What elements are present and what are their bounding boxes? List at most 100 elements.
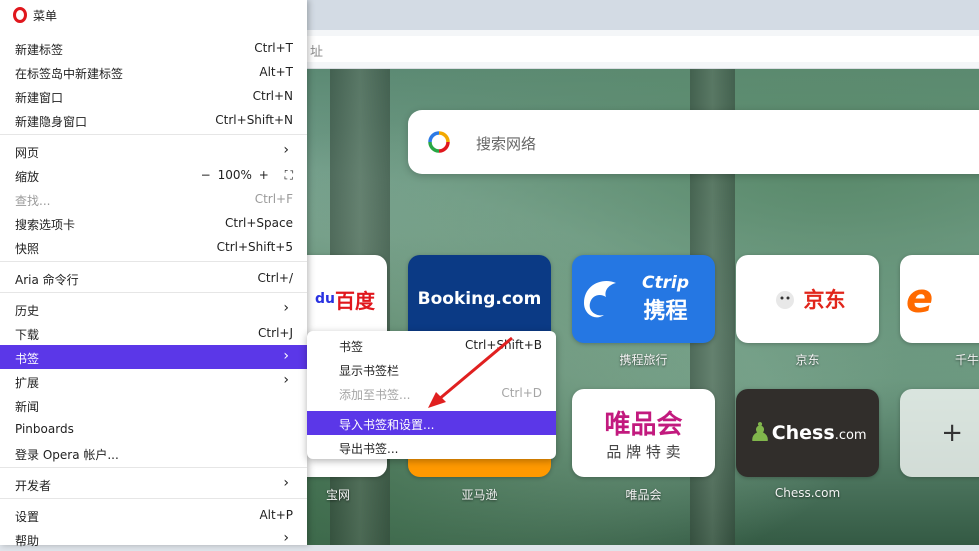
menu-item-label: 在标签岛中新建标签 — [15, 67, 124, 81]
speed-dial-qianniu[interactable]: e — [900, 255, 979, 343]
menu-item-settings[interactable]: 设置 Alt+P — [0, 503, 307, 527]
pawn-icon: ♟ — [748, 418, 772, 448]
opera-main-menu: 菜单 新建标签 Ctrl+T 在标签岛中新建标签 Alt+T 新建窗口 Ctrl… — [0, 0, 307, 548]
menu-item-new-tab-in-island[interactable]: 在标签岛中新建标签 Alt+T — [0, 60, 307, 84]
zoom-controls: − 100% + ⛶ — [201, 168, 293, 183]
speed-dial-vip[interactable]: 唯品会 品 牌 特 卖 — [572, 389, 715, 477]
menu-item-news[interactable]: 新闻 — [0, 393, 307, 417]
menu-item-shortcut: Ctrl+Shift+N — [215, 113, 293, 127]
submenu-item-label: 书签 — [339, 340, 364, 354]
submenu-item-bookmarks[interactable]: 书签 Ctrl+Shift+B — [307, 333, 556, 357]
booking-logo: Booking.com — [417, 289, 542, 309]
chess-logo: Chess — [771, 422, 835, 444]
chess-logo-sub: .com — [834, 428, 867, 443]
tile-label-ctrip: 携程旅行 — [619, 353, 668, 367]
speed-dial-ctrip[interactable]: Ctrip 携程 — [572, 255, 715, 343]
menu-item-shortcut: Ctrl+J — [258, 326, 293, 340]
menu-item-find[interactable]: 查找... Ctrl+F — [0, 187, 307, 211]
plus-icon: + — [941, 418, 963, 448]
speed-dial-jd[interactable]: 京东 — [736, 255, 879, 343]
submenu-item-import-bookmarks[interactable]: 导入书签和设置... — [307, 411, 556, 435]
menu-item-label: 新建窗口 — [15, 91, 64, 105]
submenu-item-show-bookmarks-bar[interactable]: 显示书签栏 — [307, 357, 556, 381]
menu-item-new-window[interactable]: 新建窗口 Ctrl+N — [0, 84, 307, 108]
chevron-right-icon: › — [283, 300, 289, 316]
menu-item-developer[interactable]: 开发者 › — [0, 472, 307, 496]
chevron-right-icon: › — [283, 372, 289, 388]
jd-dog-icon — [775, 291, 794, 309]
menu-item-snapshot[interactable]: 快照 Ctrl+Shift+5 — [0, 235, 307, 259]
menu-item-label: 扩展 — [15, 376, 40, 390]
add-site-button[interactable]: + — [900, 389, 979, 477]
menu-separator — [0, 498, 307, 499]
menu-item-label: Pinboards — [15, 422, 74, 436]
menu-item-new-tab[interactable]: 新建标签 Ctrl+T — [0, 36, 307, 60]
submenu-item-shortcut: Ctrl+Shift+B — [465, 338, 542, 352]
menu-item-zoom: 缩放 − 100% + ⛶ — [0, 163, 307, 187]
address-placeholder: 址 — [310, 45, 324, 60]
menu-item-page[interactable]: 网页 › — [0, 139, 307, 163]
menu-item-shortcut: Alt+T — [259, 65, 293, 79]
menu-item-help[interactable]: 帮助 › — [0, 527, 307, 551]
speed-dial-booking[interactable]: Booking.com — [408, 255, 551, 343]
tile-label-chess: Chess.com — [774, 486, 841, 500]
submenu-item-label: 添加至书签... — [339, 388, 411, 402]
menu-item-shortcut: Alt+P — [259, 508, 293, 522]
search-box[interactable]: 搜索网络 — [408, 110, 979, 174]
vip-logo: 唯品会 — [604, 410, 683, 440]
menu-item-pinboards[interactable]: Pinboards — [0, 417, 307, 441]
ctrip-logo: 携程 — [643, 299, 688, 324]
menu-item-label: 新建标签 — [15, 43, 64, 57]
menu-item-label: 新闻 — [15, 400, 40, 414]
menu-item-label: 帮助 — [15, 534, 40, 548]
menu-item-search-tabs[interactable]: 搜索选项卡 Ctrl+Space — [0, 211, 307, 235]
speed-dial-chess[interactable]: ♟ Chess .com — [736, 389, 879, 477]
qianniu-logo: e — [906, 276, 934, 322]
menu-separator — [0, 134, 307, 135]
zoom-out-button[interactable]: − — [201, 168, 211, 182]
menu-item-label: 开发者 — [15, 479, 52, 493]
menu-item-shortcut: Ctrl+N — [252, 89, 293, 103]
menu-item-sign-in[interactable]: 登录 Opera 帐户... — [0, 441, 307, 465]
submenu-item-export-bookmarks[interactable]: 导出书签... — [307, 435, 556, 459]
baidu-logo: 百度 — [335, 288, 375, 313]
address-bar[interactable]: 址 — [300, 36, 979, 62]
zoom-in-button[interactable]: + — [259, 168, 269, 182]
menu-item-label: 书签 — [15, 352, 40, 366]
menu-item-aria-command-line[interactable]: Aria 命令行 Ctrl+/ — [0, 266, 307, 290]
fullscreen-icon[interactable]: ⛶ — [285, 168, 293, 182]
submenu-item-label: 显示书签栏 — [339, 364, 400, 378]
menu-item-label: 查找... — [15, 194, 51, 208]
menu-item-downloads[interactable]: 下载 Ctrl+J — [0, 321, 307, 345]
submenu-item-shortcut: Ctrl+D — [501, 386, 542, 400]
menu-item-label: 历史 — [15, 304, 40, 318]
search-placeholder: 搜索网络 — [476, 135, 537, 153]
menu-item-bookmarks[interactable]: 书签 › — [0, 345, 307, 369]
dolphin-icon — [584, 281, 616, 318]
chevron-right-icon: › — [283, 530, 289, 546]
menu-item-history[interactable]: 历史 › — [0, 297, 307, 321]
menu-title: 菜单 — [33, 9, 58, 23]
chevron-right-icon: › — [283, 142, 289, 158]
menu-item-shortcut: Ctrl+/ — [257, 271, 293, 285]
tile-label-vip: 唯品会 — [625, 488, 662, 502]
menu-separator — [0, 467, 307, 468]
menu-item-new-private-window[interactable]: 新建隐身窗口 Ctrl+Shift+N — [0, 108, 307, 132]
menu-item-shortcut: Ctrl+F — [254, 192, 293, 206]
menu-separator — [0, 261, 307, 262]
submenu-item-label: 导出书签... — [339, 442, 399, 456]
jd-logo: 京东 — [803, 288, 846, 312]
menu-item-label: 网页 — [15, 146, 40, 160]
menu-item-shortcut: Ctrl+Shift+5 — [216, 240, 293, 254]
bookmarks-submenu: 书签 Ctrl+Shift+B 显示书签栏 添加至书签... Ctrl+D 导入… — [307, 331, 556, 459]
menu-item-shortcut: Ctrl+Space — [225, 216, 293, 230]
menu-item-label: 搜索选项卡 — [15, 218, 76, 232]
chevron-right-icon: › — [283, 475, 289, 491]
menu-item-label: 快照 — [15, 242, 40, 256]
menu-item-extensions[interactable]: 扩展 › — [0, 369, 307, 393]
tile-label-jd: 京东 — [795, 353, 820, 367]
menu-item-label: 缩放 — [15, 170, 40, 184]
search-engine-icon — [428, 131, 450, 153]
menu-item-shortcut: Ctrl+T — [254, 41, 293, 55]
submenu-item-add-bookmark[interactable]: 添加至书签... Ctrl+D — [307, 381, 556, 405]
